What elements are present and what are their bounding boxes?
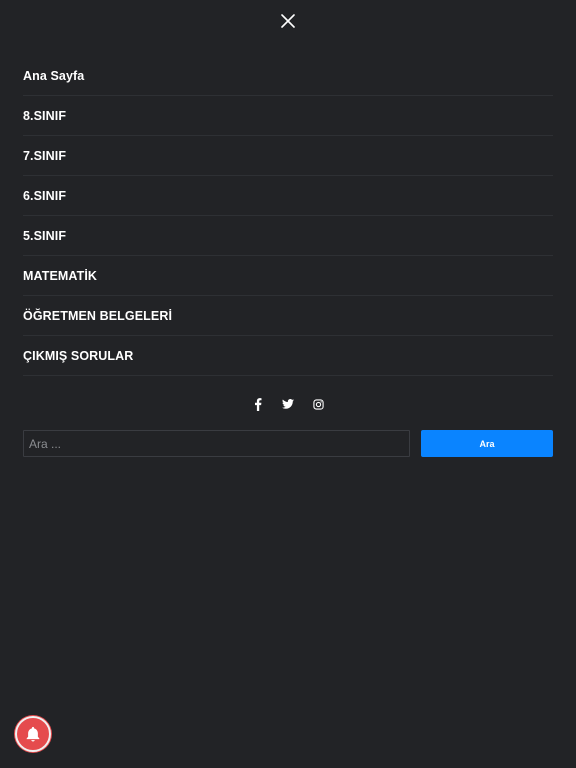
search-button[interactable]: Ara (421, 430, 553, 457)
menu-item-8-sinif[interactable]: 8.SINIF (23, 96, 553, 136)
instagram-icon (312, 398, 324, 410)
menu-item-cikmis-sorular[interactable]: ÇIKMIŞ SORULAR (23, 336, 553, 376)
facebook-icon (255, 397, 262, 411)
nav-menu: Ana Sayfa 8.SINIF 7.SINIF 6.SINIF 5.SINI… (23, 56, 553, 376)
close-button[interactable] (278, 11, 298, 31)
notification-button[interactable] (15, 716, 51, 752)
menu-item-label: 5.SINIF (23, 228, 67, 243)
menu-item-label: Ana Sayfa (23, 68, 85, 83)
instagram-link[interactable] (311, 396, 325, 412)
close-icon (281, 14, 295, 28)
menu-item-label: ÇIKMIŞ SORULAR (23, 348, 134, 363)
search-input[interactable] (23, 430, 410, 457)
menu-item-7-sinif[interactable]: 7.SINIF (23, 136, 553, 176)
bell-icon (26, 726, 40, 742)
menu-item-label: MATEMATİK (23, 268, 98, 283)
menu-item-label: 6.SINIF (23, 188, 67, 203)
social-links (0, 396, 576, 412)
twitter-link[interactable] (281, 396, 295, 412)
menu-item-matematik[interactable]: MATEMATİK (23, 256, 553, 296)
menu-item-label: ÖĞRETMEN BELGELERİ (23, 308, 173, 323)
facebook-link[interactable] (251, 396, 265, 412)
twitter-icon (282, 399, 294, 409)
menu-item-label: 8.SINIF (23, 108, 67, 123)
menu-item-label: 7.SINIF (23, 148, 67, 163)
menu-item-ana-sayfa[interactable]: Ana Sayfa (23, 56, 553, 96)
menu-item-6-sinif[interactable]: 6.SINIF (23, 176, 553, 216)
menu-item-5-sinif[interactable]: 5.SINIF (23, 216, 553, 256)
mobile-menu-overlay: Ana Sayfa 8.SINIF 7.SINIF 6.SINIF 5.SINI… (0, 0, 576, 768)
menu-item-ogretmen-belgeleri[interactable]: ÖĞRETMEN BELGELERİ (23, 296, 553, 336)
